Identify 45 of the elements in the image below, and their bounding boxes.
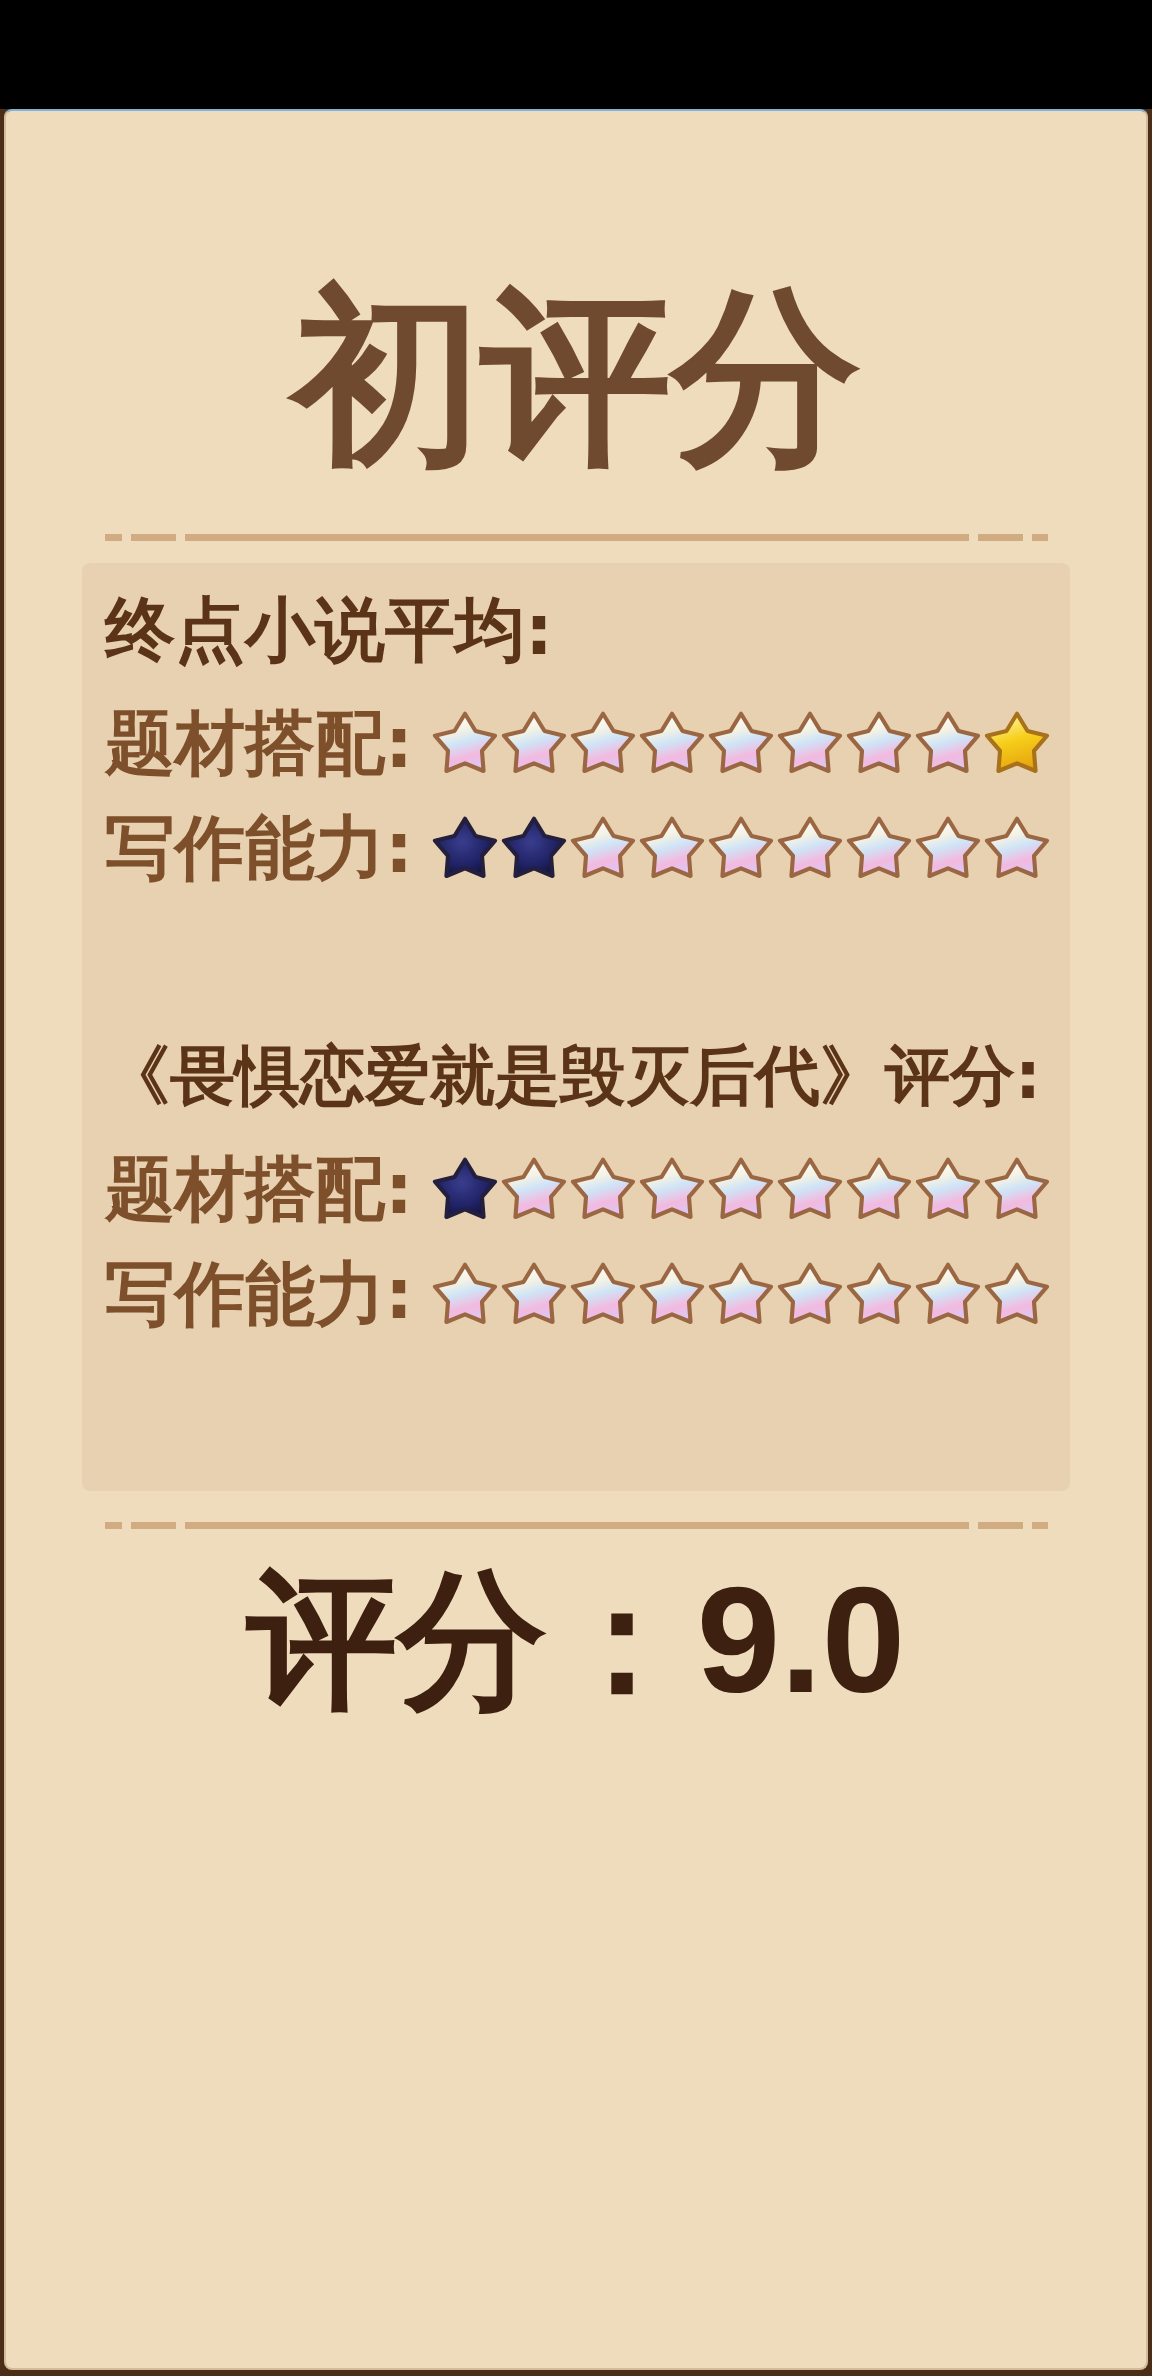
score-label: 评分： <box>246 1560 697 1720</box>
star-icon <box>570 1262 636 1326</box>
star-icon <box>846 711 912 775</box>
rating-label: 题材搭配: <box>105 701 414 786</box>
star-icon <box>708 1262 774 1326</box>
star-icon <box>777 711 843 775</box>
star-icon <box>639 1262 705 1326</box>
star-icon <box>501 711 567 775</box>
star-icon <box>570 711 636 775</box>
star-icon <box>501 1157 567 1221</box>
star-icon <box>432 1157 498 1221</box>
star-icon <box>984 711 1050 775</box>
star-icon <box>846 1262 912 1326</box>
star-icon <box>777 1262 843 1326</box>
rating-label: 写作能力: <box>105 806 414 891</box>
star-icon <box>501 1262 567 1326</box>
star-icon <box>570 1157 636 1221</box>
star-icon <box>915 816 981 880</box>
star-icon <box>639 1157 705 1221</box>
section-heading: 终点小说平均: <box>105 588 554 672</box>
page-title: 初评分 <box>277 263 875 493</box>
star-icon <box>639 711 705 775</box>
score-value: 9.0 <box>696 1560 906 1720</box>
star-icon <box>570 816 636 880</box>
star-icon <box>639 816 705 880</box>
rating-label: 题材搭配: <box>105 1147 414 1232</box>
star-icon <box>915 711 981 775</box>
star-icon <box>846 816 912 880</box>
star-icon <box>777 1157 843 1221</box>
section-heading: 《畏惧恋爱就是毁灭后代》评分: <box>105 1037 1042 1115</box>
star-icon <box>432 711 498 775</box>
star-icon <box>915 1157 981 1221</box>
star-icon <box>984 1262 1050 1326</box>
star-icon <box>777 816 843 880</box>
star-icon <box>708 816 774 880</box>
star-icon <box>708 711 774 775</box>
star-icon <box>708 1157 774 1221</box>
star-icon <box>501 816 567 880</box>
star-icon <box>915 1262 981 1326</box>
star-icon <box>984 1157 1050 1221</box>
star-icon <box>432 1262 498 1326</box>
star-icon <box>984 816 1050 880</box>
star-icon <box>432 816 498 880</box>
rating-label: 写作能力: <box>105 1252 414 1337</box>
star-icon <box>846 1157 912 1221</box>
